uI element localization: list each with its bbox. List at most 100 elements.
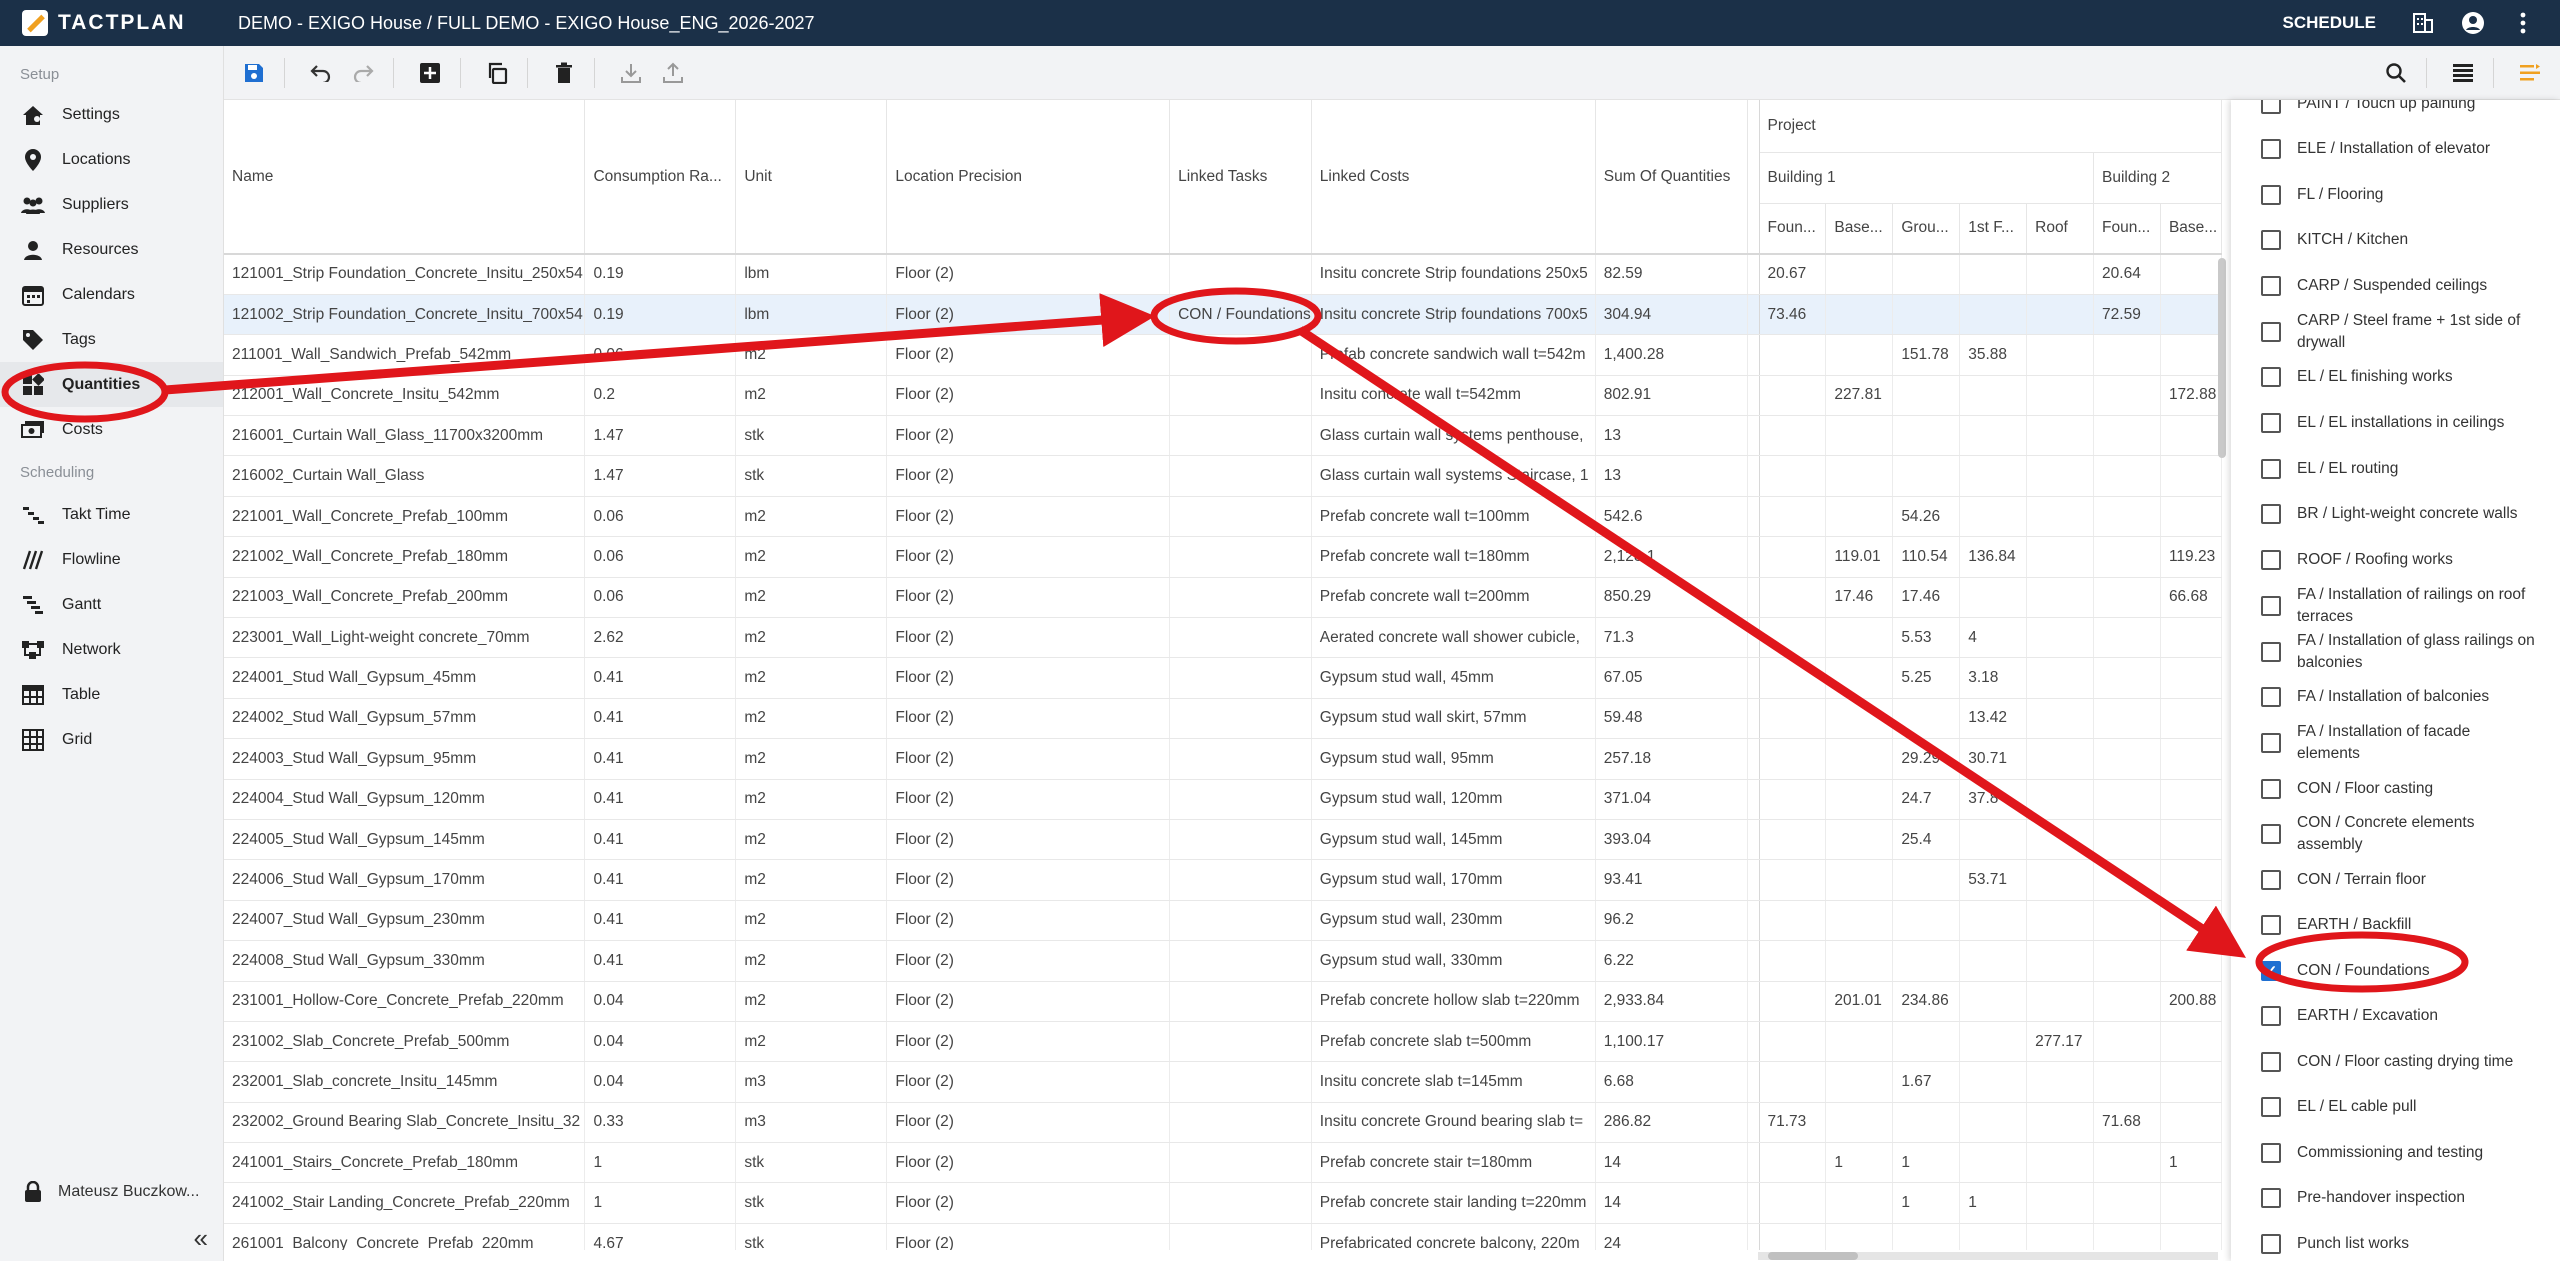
cell-building-2-quantity[interactable]: [2160, 496, 2222, 538]
cell-building-2-quantity[interactable]: [2093, 859, 2161, 901]
cell-linked-costs[interactable]: Insitu concrete Ground bearing slab t=: [1311, 1102, 1596, 1144]
cell-building-1-quantity[interactable]: [1825, 415, 1894, 457]
cell-location-precision[interactable]: Floor (2): [886, 1182, 1171, 1224]
col-header-building-1-location[interactable]: 1st F...: [1959, 203, 2028, 254]
cell-unit[interactable]: m2: [735, 577, 888, 619]
sidebar-item-gantt[interactable]: Gantt: [0, 582, 223, 627]
cell-unit[interactable]: m3: [735, 1102, 888, 1144]
building-icon[interactable]: [2410, 10, 2436, 36]
cell-location-precision[interactable]: Floor (2): [886, 1061, 1171, 1103]
cell-unit[interactable]: stk: [735, 1182, 888, 1224]
cell-building-1-quantity[interactable]: [1759, 859, 1827, 901]
cell-building-1-quantity[interactable]: 24.7: [1892, 779, 1961, 820]
cell-building-1-quantity[interactable]: [2026, 375, 2095, 417]
cell-building-2-quantity[interactable]: [2093, 536, 2161, 578]
cell-building-1-quantity[interactable]: [1959, 819, 2028, 861]
cell-building-2-quantity[interactable]: [2160, 859, 2222, 901]
cell-building-2-quantity[interactable]: 66.68: [2160, 577, 2222, 619]
cell-building-1-quantity[interactable]: [1892, 1223, 1961, 1250]
cell-building-2-quantity[interactable]: [2093, 1223, 2161, 1250]
cell-name[interactable]: 224007_Stud Wall_Gypsum_230mm: [224, 900, 586, 942]
cell-linked-costs[interactable]: Gypsum stud wall, 330mm: [1311, 940, 1596, 982]
cell-sum-of-quantities[interactable]: 2,128.1: [1595, 536, 1748, 578]
cell-building-1-quantity[interactable]: [1825, 738, 1894, 780]
col-header-consumption-rate[interactable]: Consumption Ra...: [584, 100, 737, 255]
cell-unit[interactable]: m2: [735, 375, 888, 417]
cell-building-1-quantity[interactable]: [1825, 1061, 1894, 1103]
cell-building-2-quantity[interactable]: 172.88: [2160, 375, 2222, 417]
account-icon[interactable]: [2460, 10, 2486, 36]
col-group-project[interactable]: Project: [1759, 100, 2222, 153]
cell-linked-costs[interactable]: Prefab concrete hollow slab t=220mm: [1311, 981, 1596, 1022]
cell-building-1-quantity[interactable]: [2026, 496, 2095, 538]
sidebar-item-calendars[interactable]: Calendars: [0, 272, 223, 317]
cell-building-2-quantity[interactable]: [2160, 455, 2222, 497]
cell-building-2-quantity[interactable]: [2160, 617, 2222, 659]
cell-building-1-quantity[interactable]: [1825, 819, 1894, 861]
task-filter-item[interactable]: EL / EL finishing works: [2231, 355, 2560, 401]
cell-sum-of-quantities[interactable]: 393.04: [1595, 819, 1748, 861]
cell-sum-of-quantities[interactable]: 14: [1595, 1142, 1748, 1184]
cell-building-2-quantity[interactable]: [2093, 900, 2161, 942]
cell-building-1-quantity[interactable]: [1759, 779, 1827, 820]
cell-building-1-quantity[interactable]: 35.88: [1959, 334, 2028, 376]
cell-consumption-rate[interactable]: 1.47: [584, 415, 737, 457]
cell-building-1-quantity[interactable]: [1759, 1142, 1827, 1184]
sidebar-item-locations[interactable]: Locations: [0, 137, 223, 182]
checkbox-icon[interactable]: [2261, 1097, 2281, 1118]
cell-linked-tasks[interactable]: [1169, 1102, 1312, 1144]
cell-building-1-quantity[interactable]: [1759, 496, 1827, 538]
cell-building-1-quantity[interactable]: 17.46: [1825, 577, 1894, 619]
cell-linked-tasks[interactable]: [1169, 900, 1312, 942]
delete-button[interactable]: [546, 55, 582, 91]
cell-consumption-rate[interactable]: 1: [584, 1142, 737, 1184]
checkbox-icon[interactable]: [2261, 230, 2281, 251]
cell-building-2-quantity[interactable]: 71.68: [2093, 1102, 2161, 1144]
cell-consumption-rate[interactable]: 0.19: [584, 294, 737, 336]
cell-building-1-quantity[interactable]: 234.86: [1892, 981, 1961, 1022]
checkbox-icon[interactable]: [2261, 869, 2281, 890]
cell-location-precision[interactable]: Floor (2): [886, 779, 1171, 820]
cell-building-1-quantity[interactable]: [2026, 1142, 2095, 1184]
cell-location-precision[interactable]: Floor (2): [886, 657, 1171, 699]
checkbox-icon[interactable]: [2261, 321, 2281, 342]
cell-building-2-quantity[interactable]: [2160, 1182, 2222, 1224]
cell-building-1-quantity[interactable]: [1825, 334, 1894, 376]
cell-building-1-quantity[interactable]: [1759, 577, 1827, 619]
cell-building-1-quantity[interactable]: [1959, 254, 2028, 295]
cell-building-2-quantity[interactable]: [2160, 415, 2222, 457]
table-row[interactable]: 224005_Stud Wall_Gypsum_145mm 0.41 m2 Floor…: [224, 819, 2222, 861]
cell-consumption-rate[interactable]: 0.06: [584, 496, 737, 538]
col-header-building-1-location[interactable]: Roof: [2026, 203, 2095, 254]
cell-building-1-quantity[interactable]: [1825, 617, 1894, 659]
cell-name[interactable]: 241002_Stair Landing_Concrete_Prefab_220…: [224, 1182, 586, 1224]
cell-linked-costs[interactable]: Aerated concrete wall shower cubicle,: [1311, 617, 1596, 659]
redo-button[interactable]: [345, 55, 381, 91]
checkbox-icon[interactable]: [2261, 641, 2281, 662]
cell-building-1-quantity[interactable]: 13.42: [1959, 698, 2028, 740]
cell-building-1-quantity[interactable]: [1759, 1182, 1827, 1224]
table-row[interactable]: 241001_Stairs_Concrete_Prefab_180mm 1 stk F…: [224, 1142, 2222, 1184]
cell-building-1-quantity[interactable]: [1959, 981, 2028, 1022]
cell-building-1-quantity[interactable]: 5.25: [1892, 657, 1961, 699]
cell-building-2-quantity[interactable]: [2160, 254, 2222, 295]
sidebar-item-grid[interactable]: Grid: [0, 717, 223, 762]
cell-building-1-quantity[interactable]: [2026, 900, 2095, 942]
cell-building-2-quantity[interactable]: [2093, 334, 2161, 376]
cell-building-1-quantity[interactable]: [2026, 294, 2095, 336]
cell-building-1-quantity[interactable]: 201.01: [1825, 981, 1894, 1022]
cell-building-2-quantity[interactable]: 119.23: [2160, 536, 2222, 578]
cell-name[interactable]: 223001_Wall_Light-weight concrete_70mm: [224, 617, 586, 659]
export-button[interactable]: [655, 55, 691, 91]
task-filter-item[interactable]: PAINT / Touch up painting: [2231, 100, 2560, 127]
cell-name[interactable]: 224001_Stud Wall_Gypsum_45mm: [224, 657, 586, 699]
cell-linked-tasks[interactable]: [1169, 254, 1312, 295]
user-menu[interactable]: Mateusz Buczkow...: [0, 1169, 224, 1215]
cell-sum-of-quantities[interactable]: 542.6: [1595, 496, 1748, 538]
cell-linked-tasks[interactable]: [1169, 1223, 1312, 1250]
task-filter-toggle[interactable]: [2512, 55, 2548, 91]
checkbox-icon[interactable]: [2261, 184, 2281, 205]
cell-linked-costs[interactable]: Insitu concrete slab t=145mm: [1311, 1061, 1596, 1103]
cell-sum-of-quantities[interactable]: 802.91: [1595, 375, 1748, 417]
cell-building-1-quantity[interactable]: [1825, 779, 1894, 820]
